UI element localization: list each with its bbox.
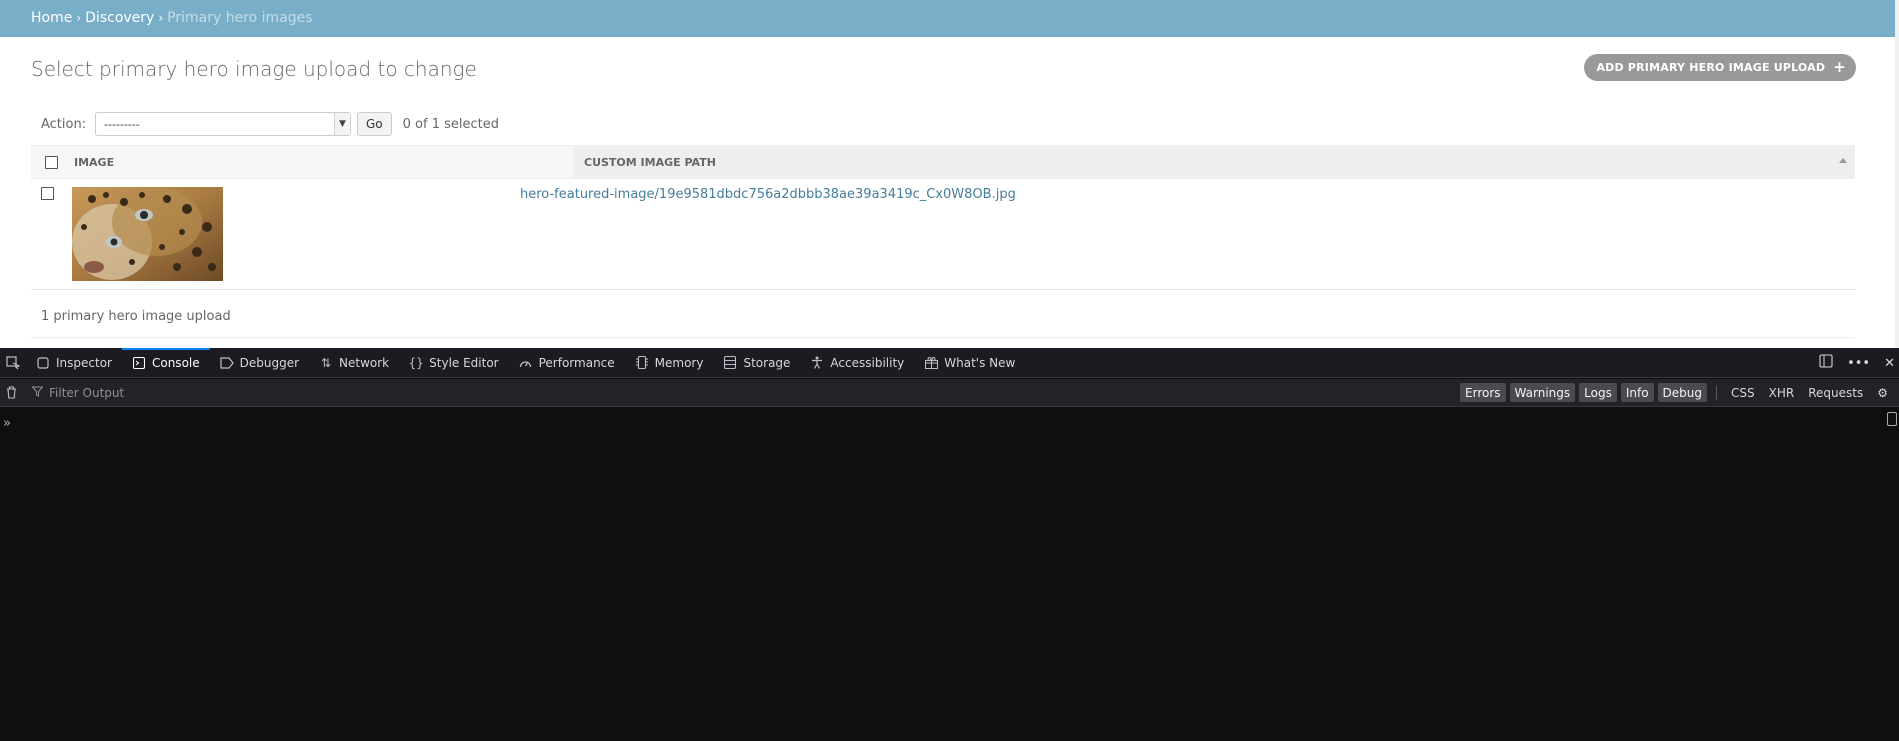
trash-icon[interactable] [0,386,22,399]
dock-side-icon[interactable] [1819,354,1833,372]
performance-icon [519,356,533,370]
chevron-down-icon: ▼ [334,113,350,135]
filter-icon [31,386,44,400]
add-button-label: ADD PRIMARY HERO IMAGE UPLOAD [1596,61,1826,74]
toggle-errors[interactable]: Errors [1460,383,1506,402]
toggle-css[interactable]: CSS [1726,383,1760,402]
memory-icon [635,356,649,370]
tab-debugger[interactable]: Debugger [210,348,309,378]
debugger-icon [220,356,234,370]
toggle-divider [1716,385,1718,400]
tab-label: Console [151,355,200,370]
result-list: IMAGE CUSTOM IMAGE PATH [31,145,1855,290]
tab-style-editor[interactable]: {} Style Editor [399,348,508,378]
action-bar: Action: --------- ▼ Go 0 of 1 selected [31,110,499,138]
tab-label: Memory [654,355,704,370]
tab-label: Storage [743,355,791,370]
more-options-icon[interactable]: ••• [1847,356,1870,371]
action-label: Action: [41,116,87,132]
tab-network[interactable]: ⇅ Network [309,348,399,378]
tab-label: Accessibility [830,355,905,370]
tab-label: Debugger [239,355,300,370]
leopard-thumbnail-image[interactable] [72,187,223,281]
action-select-value: --------- [104,117,140,131]
toggle-warnings[interactable]: Warnings [1509,383,1576,402]
custom-image-path-link[interactable]: hero-featured-image/19e9581dbdc756a2dbbb… [520,187,1016,202]
element-picker-icon[interactable] [0,348,26,378]
add-primary-hero-image-button[interactable]: ADD PRIMARY HERO IMAGE UPLOAD + [1584,54,1856,81]
toolbar-right-controls: ••• ✕ [1819,348,1899,378]
network-icon: ⇅ [321,355,332,370]
page-title: Select primary hero image upload to chan… [31,57,477,81]
tab-console[interactable]: Console [121,347,210,378]
toggle-xhr[interactable]: XHR [1764,383,1800,402]
paginator: 1 primary hero image upload [31,294,1855,338]
console-icon [132,356,146,370]
breadcrumb-home-link[interactable]: Home [31,10,72,26]
log-level-toggles: Errors Warnings Logs Info Debug CSS XHR … [1460,383,1899,402]
admin-page: Home › Discovery › Primary hero images Selec… [0,0,1899,348]
breadcrumb: Home › Discovery › Primary hero images [0,0,1899,37]
tab-label: Performance [538,355,615,370]
devtools-toolbar: Inspector Console Debugger ⇅ Network {} … [0,347,1899,378]
breadcrumb-separator: › [158,11,164,25]
tab-label: Inspector [56,355,112,370]
close-icon[interactable]: ✕ [1884,356,1895,371]
page-scrollbar[interactable] [1895,0,1899,348]
whats-new-icon [924,356,938,370]
console-settings-icon[interactable]: ⚙ [1872,383,1893,402]
column-header-image[interactable]: IMAGE [71,146,574,178]
filter-placeholder: Filter Output [49,385,125,400]
toggle-debug[interactable]: Debug [1657,383,1708,402]
column-header-custom-image-path[interactable]: CUSTOM IMAGE PATH [574,146,1855,178]
tab-memory[interactable]: Memory [625,348,714,378]
go-button[interactable]: Go [357,112,392,136]
tab-whats-new[interactable]: What's New [914,348,1025,378]
breadcrumb-discovery-link[interactable]: Discovery [85,10,154,26]
table-header: IMAGE CUSTOM IMAGE PATH [31,145,1855,179]
tab-label: What's New [944,355,1016,370]
selection-counter: 0 of 1 selected [402,116,499,132]
style-editor-icon: {} [408,355,424,370]
toggle-logs[interactable]: Logs [1579,383,1617,402]
accessibility-icon [810,356,824,370]
tab-label: Style Editor [429,355,499,370]
select-all-cell [31,146,71,178]
console-filter-bar: Filter Output Errors Warnings Logs Info … [0,379,1899,407]
console-input-prompt[interactable]: » [3,416,11,431]
plus-icon: + [1833,58,1846,76]
row-checkbox[interactable] [41,187,54,200]
select-all-checkbox[interactable] [44,155,58,169]
tab-storage[interactable]: Storage [713,348,800,378]
inspector-icon [36,356,50,370]
devtools-panel: Inspector Console Debugger ⇅ Network {} … [0,347,1899,741]
column-header-label: CUSTOM IMAGE PATH [584,155,716,169]
tab-label: Network [339,355,390,370]
breadcrumb-current: Primary hero images [167,10,313,26]
action-select[interactable]: --------- ▼ [95,112,351,136]
storage-icon [723,356,737,370]
tab-performance[interactable]: Performance [509,348,625,378]
breadcrumb-separator: › [76,11,82,25]
sidebar-toggle-icon[interactable] [1887,412,1897,426]
tab-accessibility[interactable]: Accessibility [800,348,914,378]
tab-inspector[interactable]: Inspector [26,348,122,378]
toggle-requests[interactable]: Requests [1803,383,1868,402]
leopard-image [72,187,223,281]
sort-ascending-icon[interactable] [1839,158,1847,163]
filter-output-input[interactable]: Filter Output [31,385,125,400]
toggle-info[interactable]: Info [1620,383,1654,402]
